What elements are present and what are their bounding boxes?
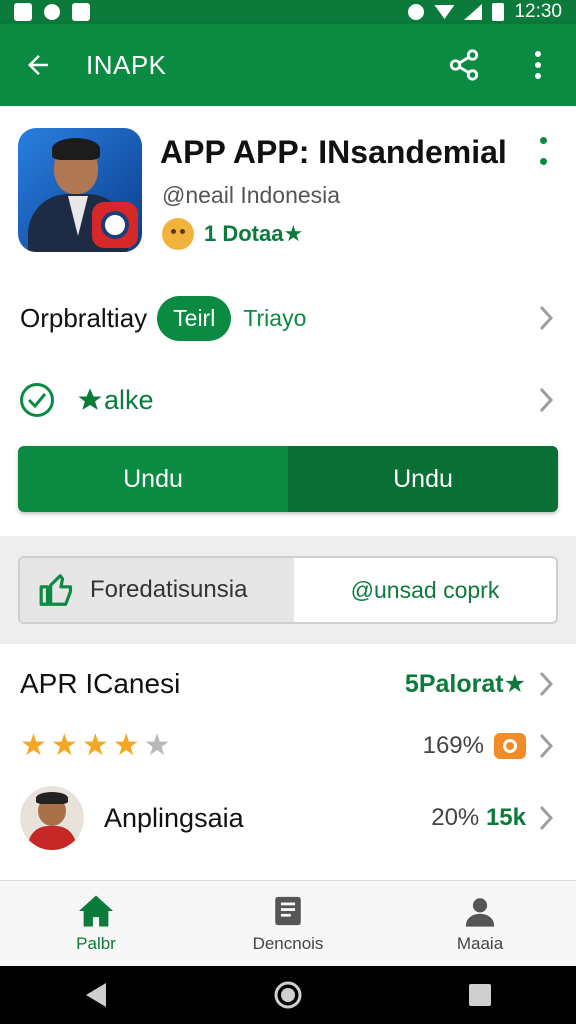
chevron-right-icon — [539, 387, 554, 413]
avatar-body — [28, 826, 76, 850]
system-recents-button[interactable] — [456, 971, 504, 1019]
list-header-name: APR ICanesi — [20, 668, 181, 699]
chevron-right-icon — [539, 805, 554, 831]
triangle-back-icon — [86, 983, 106, 1007]
app-icon-badge — [92, 202, 138, 248]
circle-home-icon — [274, 981, 302, 1009]
app-more-button[interactable] — [528, 134, 558, 168]
share-icon — [449, 49, 479, 81]
camera-lens — [503, 739, 517, 753]
segment-right[interactable]: @unsad coprk — [294, 558, 556, 622]
star-filled-icon: ★ — [20, 729, 47, 762]
tag-row[interactable]: Orpbraltiay Teirl Triayo — [0, 286, 576, 350]
face-emoji-icon — [162, 218, 194, 250]
user-stat-b: 15k — [485, 804, 526, 831]
app-icon-badge-emblem — [101, 211, 129, 239]
install-button-right[interactable]: Undu — [288, 446, 558, 512]
camera-badge-icon — [494, 733, 526, 759]
alarm-icon — [408, 4, 425, 20]
check-row[interactable]: alke — [0, 368, 576, 432]
arrow-back-icon — [28, 55, 48, 75]
home-icon — [79, 895, 113, 926]
rating-stars-row[interactable]: ★ ★ ★ ★ ★ 169% — [0, 714, 576, 778]
segment-left-label: Foredatisunsia — [90, 576, 248, 603]
list-header-right: 5Palorat★ — [405, 669, 556, 699]
user-stats: 20% 15k — [431, 804, 526, 832]
nav-item-home[interactable]: Palbr — [0, 881, 192, 966]
tag-row-label: Orpbraltiay — [20, 302, 148, 333]
developer-name[interactable]: @neail Indonesia — [162, 182, 340, 209]
overflow-menu-button[interactable] — [518, 45, 558, 85]
app-more-dot — [539, 158, 547, 165]
star-rating: ★ ★ ★ ★ ★ — [20, 731, 171, 761]
star-filled-icon: ★ — [50, 729, 78, 762]
square-recents-icon — [469, 984, 491, 1006]
back-button[interactable] — [18, 45, 58, 85]
status-right: 12:30 — [408, 1, 562, 23]
nav-label-news: Dencnois — [252, 933, 324, 953]
app-icon — [18, 128, 142, 252]
rating-row: 1 Dotaa★ — [162, 218, 303, 250]
system-navigation-bar — [0, 966, 576, 1024]
star-icon — [78, 388, 102, 410]
app-bar-title: INAPK — [86, 49, 167, 80]
star-filled-icon: ★ — [81, 729, 109, 762]
rating-percent: 169% — [422, 732, 484, 759]
news-icon — [275, 896, 301, 925]
notification-apple-icon — [44, 4, 60, 20]
status-left — [14, 3, 90, 21]
signal-icon — [464, 4, 483, 20]
bottom-navigation: Palbr Dencnois Maaia — [0, 880, 576, 966]
avatar — [20, 786, 84, 850]
nav-item-profile[interactable]: Maaia — [384, 881, 576, 966]
list-header-value: 5Palorat★ — [404, 670, 526, 698]
notification-bag-icon — [72, 3, 90, 21]
install-button-left[interactable]: Undu — [18, 446, 288, 512]
status-time: 12:30 — [514, 1, 562, 22]
app-title: APP APP: INsandemial — [160, 134, 507, 170]
battery-icon — [492, 3, 505, 21]
avatar-hair — [36, 792, 68, 804]
user-name: Anplingsaia — [104, 802, 244, 833]
check-row-label: alke — [104, 384, 154, 415]
list-header-row[interactable]: APR ICanesi 5Palorat★ — [0, 652, 576, 716]
notification-app-icon — [14, 3, 32, 21]
segment-band: Foredatisunsia @unsad coprk — [0, 536, 576, 644]
status-bar: 12:30 — [0, 0, 576, 24]
thumbs-up-icon — [39, 574, 73, 606]
app-bar-actions — [444, 45, 558, 85]
chevron-right-icon — [539, 671, 554, 697]
chevron-right-icon — [539, 733, 554, 759]
segmented-control: Foredatisunsia @unsad coprk — [18, 556, 558, 624]
app-more-dot — [539, 137, 547, 144]
check-circle-icon — [20, 383, 54, 417]
more-vert-icon — [535, 51, 541, 79]
system-home-button[interactable] — [264, 971, 312, 1019]
share-button[interactable] — [444, 45, 484, 85]
install-button-group: Undu Undu — [18, 446, 558, 512]
details-list: APR ICanesi 5Palorat★ ★ ★ ★ ★ ★ 169% Anpling… — [0, 644, 576, 880]
nav-item-news[interactable]: Dencnois — [192, 881, 384, 966]
person-icon — [465, 897, 495, 927]
app-icon-person-hair — [52, 138, 100, 160]
user-row-right: 20% 15k — [431, 804, 556, 832]
app-header-card: APP APP: INsandemial @neail Indonesia 1 … — [0, 106, 576, 536]
chevron-right-icon — [539, 305, 554, 331]
check-row-label-group: alke — [76, 385, 154, 416]
user-stat-a: 20% — [431, 804, 480, 831]
star-filled-icon: ★ — [112, 729, 140, 762]
rating-text: 1 Dotaa★ — [204, 221, 304, 246]
tag-row-secondary: Triayo — [243, 304, 307, 331]
star-empty-icon: ★ — [143, 729, 171, 762]
system-back-button[interactable] — [72, 971, 120, 1019]
app-bar: INAPK — [0, 24, 576, 106]
segment-left[interactable]: Foredatisunsia — [20, 558, 294, 622]
nav-label-home: Palbr — [76, 933, 116, 953]
user-row[interactable]: Anplingsaia 20% 15k — [0, 782, 576, 854]
tag-pill[interactable]: Teirl — [157, 295, 232, 341]
wifi-icon — [434, 5, 455, 19]
rating-stars-right: 169% — [423, 732, 556, 760]
nav-label-profile: Maaia — [456, 933, 504, 953]
